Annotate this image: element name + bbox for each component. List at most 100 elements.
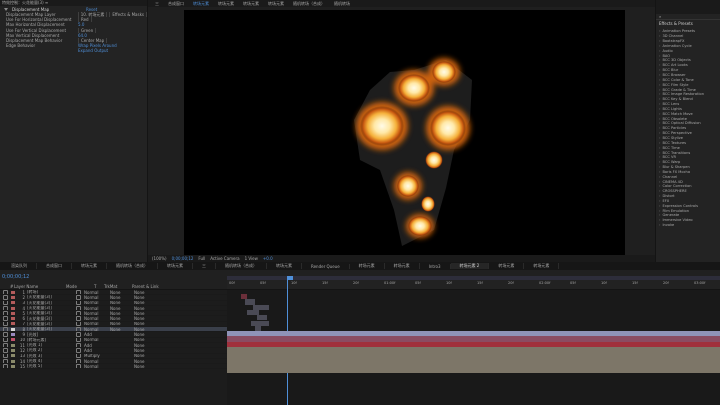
switch-icon[interactable] — [76, 337, 81, 342]
layer-color-label[interactable] — [11, 327, 15, 331]
layer-color-label[interactable] — [11, 317, 15, 321]
layer-duration-bar[interactable] — [227, 368, 720, 374]
layer-mode[interactable]: Normal — [84, 316, 108, 320]
time-ruler[interactable]: 00f 05f 10f 15f 20f 01:00f 05f 10f 15f 20f 02:00f 0… — [227, 276, 720, 290]
visibility-icon[interactable] — [3, 332, 8, 337]
layer-trkmat[interactable]: None — [110, 295, 132, 299]
comp-footer-item[interactable]: 0;00;00;12 — [172, 256, 194, 261]
visibility-icon[interactable] — [3, 290, 8, 295]
switch-icon[interactable] — [76, 353, 81, 358]
comp-footer-item[interactable]: (100%) — [152, 256, 167, 261]
timeline-tab[interactable]: 转场元素 — [350, 263, 385, 269]
timeline-tab[interactable]: 转场元素 — [158, 263, 193, 269]
timeline-tab[interactable]: Render Queue — [302, 263, 350, 269]
layer-color-label[interactable] — [11, 338, 15, 342]
switch-icon[interactable] — [76, 295, 81, 300]
visibility-icon[interactable] — [3, 316, 8, 321]
switch-icon[interactable] — [76, 364, 81, 369]
layer-mode[interactable]: Normal — [84, 338, 108, 342]
comp-tab[interactable]: 转场元素 — [240, 1, 262, 7]
layer-mode[interactable]: Add — [84, 343, 108, 347]
layer-parent[interactable]: None — [134, 348, 156, 352]
timeline-tab[interactable]: 转场元素 — [72, 263, 107, 269]
layer-color-label[interactable] — [11, 295, 15, 299]
layer-color-label[interactable] — [11, 348, 15, 352]
layer-parent[interactable]: None — [134, 316, 156, 320]
layer-color-label[interactable] — [11, 354, 15, 358]
switch-icon[interactable] — [76, 305, 81, 311]
switch-icon[interactable] — [76, 311, 81, 316]
layer-tracks[interactable] — [227, 276, 720, 405]
switch-icon[interactable] — [76, 327, 81, 332]
layer-mode[interactable]: Add — [84, 348, 108, 352]
layer-mode[interactable]: Normal — [84, 301, 108, 305]
current-timecode[interactable]: 0;00;00;12 — [2, 274, 29, 280]
property-extra[interactable]: Effects & Masks — [109, 12, 147, 18]
layer-color-label[interactable] — [11, 306, 15, 310]
comp-footer-item[interactable]: +0.0 — [263, 256, 273, 261]
layer-mode[interactable]: Normal — [84, 327, 108, 331]
layer-trkmat[interactable]: None — [110, 316, 132, 320]
comp-tab[interactable]: 转场元素 — [265, 1, 287, 7]
timeline-tab[interactable]: 三 — [193, 263, 216, 269]
layer-parent[interactable]: None — [134, 290, 156, 294]
layer-color-label[interactable] — [11, 333, 15, 337]
layer-trkmat[interactable]: None — [110, 327, 132, 331]
visibility-icon[interactable] — [3, 321, 8, 327]
effect-category[interactable]: Invoke — [656, 223, 720, 228]
visibility-icon[interactable] — [3, 348, 8, 353]
switch-icon[interactable] — [76, 348, 81, 353]
layer-color-label[interactable] — [11, 322, 15, 326]
comp-tab[interactable]: 转场元素 — [190, 1, 212, 7]
layer-mode[interactable]: Normal — [84, 359, 108, 363]
comp-tab[interactable]: 合成窗口 — [165, 1, 187, 7]
timeline-tab[interactable]: 渲染队列 — [2, 263, 37, 269]
layer-parent[interactable]: None — [134, 295, 156, 299]
layer-parent[interactable]: None — [134, 306, 156, 310]
layer-mode[interactable]: Normal — [84, 295, 108, 299]
layer-trkmat[interactable]: None — [110, 301, 132, 305]
timeline-tab[interactable]: 合成窗口 — [37, 263, 72, 269]
layer-trkmat[interactable]: None — [110, 306, 132, 310]
comp-footer-item[interactable]: Full — [198, 256, 205, 261]
layer-trkmat[interactable]: None — [110, 311, 132, 315]
timeline-tab[interactable]: 转场元素 — [385, 263, 420, 269]
composition-viewer[interactable] — [184, 10, 625, 256]
visibility-icon[interactable] — [3, 358, 8, 364]
switch-icon[interactable] — [76, 358, 81, 364]
layer-parent[interactable]: None — [134, 354, 156, 358]
layer-parent[interactable]: None — [134, 332, 156, 336]
layer-color-label[interactable] — [11, 343, 15, 347]
visibility-icon[interactable] — [3, 327, 8, 332]
visibility-icon[interactable] — [3, 353, 8, 358]
timeline-tab[interactable]: 转场元素 — [524, 263, 560, 269]
collapse-icon[interactable] — [4, 7, 8, 11]
switch-icon[interactable] — [76, 321, 81, 327]
switch-icon[interactable] — [76, 332, 81, 337]
comp-tab[interactable]: 转场元素 — [215, 1, 237, 7]
comp-footer-item[interactable]: 1 View — [245, 256, 258, 261]
layer-mode[interactable]: Normal — [84, 306, 108, 310]
visibility-icon[interactable] — [3, 300, 8, 305]
layer-trkmat[interactable]: None — [110, 322, 132, 326]
layer-parent[interactable]: None — [134, 359, 156, 363]
layer-mode[interactable]: Multiply — [84, 354, 108, 358]
switch-icon[interactable] — [76, 290, 81, 295]
timeline-tab[interactable]: 转场元素 — [489, 263, 525, 269]
visibility-icon[interactable] — [3, 305, 8, 311]
comp-footer-item[interactable]: Active Camera — [210, 256, 239, 261]
reset-link[interactable]: Reset — [86, 7, 97, 12]
layer-trkmat[interactable]: None — [110, 290, 132, 294]
comp-tab[interactable]: 随机转场 — [331, 1, 353, 7]
layer-color-label[interactable] — [11, 290, 15, 294]
layer-parent[interactable]: None — [134, 343, 156, 347]
layer-color-label[interactable] — [11, 301, 15, 305]
property-value[interactable]: Expand Output — [78, 48, 108, 53]
layer-color-label[interactable] — [11, 364, 15, 368]
layer-parent[interactable]: None — [134, 322, 156, 326]
layer-color-label[interactable] — [11, 359, 15, 363]
visibility-icon[interactable] — [3, 295, 8, 300]
timeline-tab[interactable]: 随机转场（合成） — [216, 263, 267, 269]
layer-parent[interactable]: None — [134, 364, 156, 368]
timeline-tab[interactable]: 随机转场（合成） — [107, 263, 158, 269]
